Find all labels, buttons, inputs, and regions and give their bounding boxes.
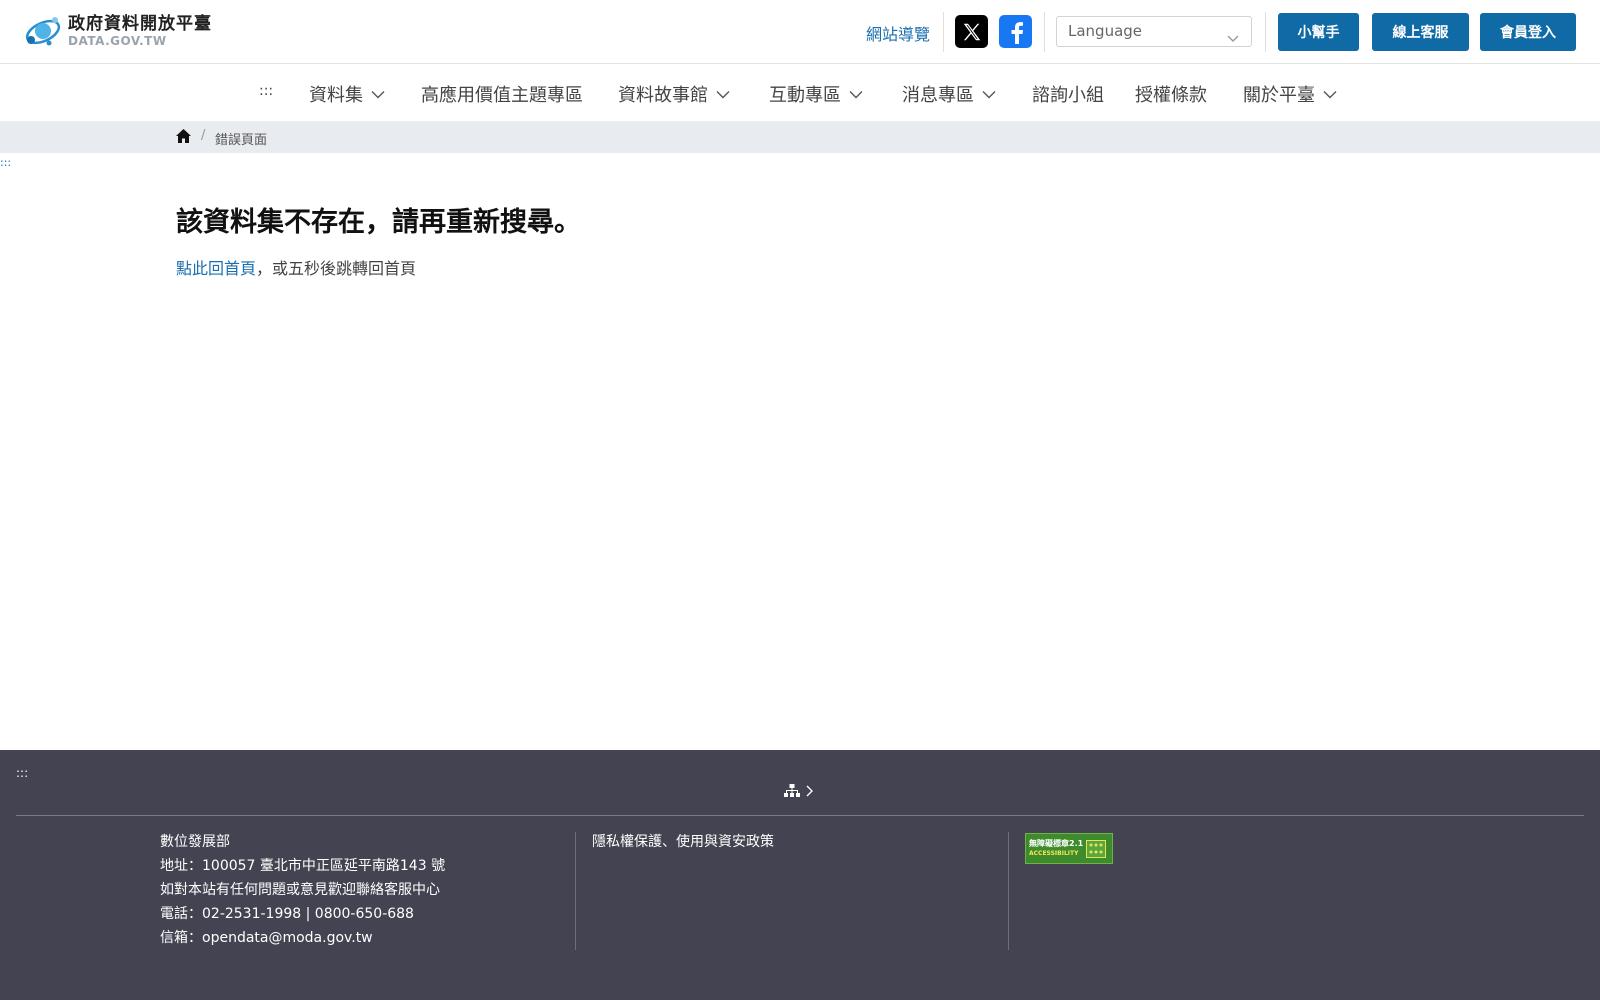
chevron-down-icon [1323, 91, 1337, 99]
chevron-down-icon [1227, 25, 1239, 54]
footer-contact: 數位發展部 地址：100057 臺北市中正區延平南路143 號 如對本站有任何問… [160, 830, 445, 950]
facebook-icon[interactable] [999, 15, 1032, 48]
header-divider [1265, 12, 1266, 52]
breadcrumb-current: 錯誤頁面 [215, 133, 268, 148]
chevron-right-icon [806, 785, 813, 797]
page-title: 該資料集不存在，請再重新搜尋。 [176, 207, 581, 238]
logo-subtitle: DATA.GOV.TW [68, 34, 167, 48]
home-icon[interactable] [175, 128, 192, 148]
footer-phone: 電話：02-2531-1998 | 0800-650-688 [160, 906, 414, 922]
redirect-message-text: ，或五秒後跳轉回首頁 [256, 259, 417, 278]
logo-title: 政府資料開放平臺 [68, 14, 212, 34]
breadcrumb-separator: / [201, 128, 206, 143]
footer-email: 信箱：opendata@moda.gov.tw [160, 930, 373, 946]
back-home-link[interactable]: 點此回首頁 [176, 259, 256, 278]
footer-column-divider [575, 832, 576, 950]
sitemap-icon [784, 784, 800, 797]
site-header: 政府資料開放平臺 DATA.GOV.TW 網站導覽 Language 小幫手 線… [0, 0, 1600, 64]
nav-item-label: 互動專區 [769, 85, 841, 106]
accessibility-badge-text: 無障礙標章2.1 [1029, 838, 1084, 848]
privacy-policy-link[interactable]: 隱私權保護、使用與資安政策 [592, 830, 774, 854]
helper-button[interactable]: 小幫手 [1278, 13, 1359, 51]
nav-item-label: 高應用價值主題專區 [421, 85, 583, 106]
nav-item-news[interactable]: 消息專區 [902, 81, 996, 107]
nav-item-about[interactable]: 關於平臺 [1243, 81, 1337, 107]
site-logo[interactable]: 政府資料開放平臺 DATA.GOV.TW [22, 10, 212, 52]
logo-icon [22, 10, 64, 52]
footer-divider [16, 815, 1584, 816]
online-service-button[interactable]: 線上客服 [1372, 13, 1469, 51]
header-divider [1044, 12, 1045, 52]
chevron-down-icon [849, 91, 863, 99]
main-nav: ::: 資料集 高應用價值主題專區 資料故事館 互動專區 消息專區 諮詢小組 授… [0, 64, 1600, 121]
nav-item-label: 消息專區 [902, 85, 974, 106]
nav-item-advisory[interactable]: 諮詢小組 [1032, 81, 1104, 107]
nav-item-datasets[interactable]: 資料集 [309, 81, 385, 107]
nav-item-label: 授權條款 [1135, 85, 1207, 106]
breadcrumb: / 錯誤頁面 [0, 121, 1600, 153]
chevron-down-icon [716, 91, 730, 99]
accessibility-grid-icon [1086, 839, 1107, 858]
nav-item-high-value[interactable]: 高應用價值主題專區 [421, 81, 583, 107]
chevron-down-icon [982, 91, 996, 99]
language-select[interactable]: Language [1056, 16, 1252, 47]
footer-links: 隱私權保護、使用與資安政策 [592, 830, 774, 854]
header-divider [943, 12, 944, 52]
nav-item-label: 關於平臺 [1243, 85, 1315, 106]
nav-item-label: 資料集 [309, 85, 363, 106]
nav-item-data-stories[interactable]: 資料故事館 [618, 81, 730, 107]
language-select-value: Language [1068, 22, 1143, 40]
accessibility-badge-en: ACCESSIBILITY [1029, 849, 1079, 857]
accessibility-badge[interactable]: 無障礙標章2.1 ACCESSIBILITY [1025, 833, 1113, 864]
nav-item-label: 諮詢小組 [1032, 85, 1104, 106]
nav-skip-anchor[interactable]: ::: [259, 83, 273, 99]
chevron-down-icon [371, 91, 385, 99]
footer-org: 數位發展部 [160, 834, 230, 850]
redirect-message: 點此回首頁，或五秒後跳轉回首頁 [176, 255, 416, 279]
nav-item-license[interactable]: 授權條款 [1135, 81, 1207, 107]
footer-contact-note: 如對本站有任何問題或意見歡迎聯絡客服中心 [160, 882, 440, 898]
main-skip-anchor[interactable]: ::: [0, 156, 11, 169]
nav-item-label: 資料故事館 [618, 85, 708, 106]
x-twitter-icon[interactable] [955, 15, 988, 48]
nav-item-interactive[interactable]: 互動專區 [769, 81, 863, 107]
footer-column-divider [1008, 832, 1009, 950]
site-footer: ::: 數位發展部 地址：100057 臺北市中正區延平南路143 號 如對本站… [0, 750, 1600, 1000]
footer-sitemap-toggle[interactable] [784, 784, 814, 798]
footer-skip-anchor[interactable]: ::: [16, 766, 28, 780]
sitemap-link[interactable]: 網站導覽 [866, 21, 930, 45]
member-login-button[interactable]: 會員登入 [1480, 13, 1576, 51]
footer-address: 地址：100057 臺北市中正區延平南路143 號 [160, 858, 446, 874]
